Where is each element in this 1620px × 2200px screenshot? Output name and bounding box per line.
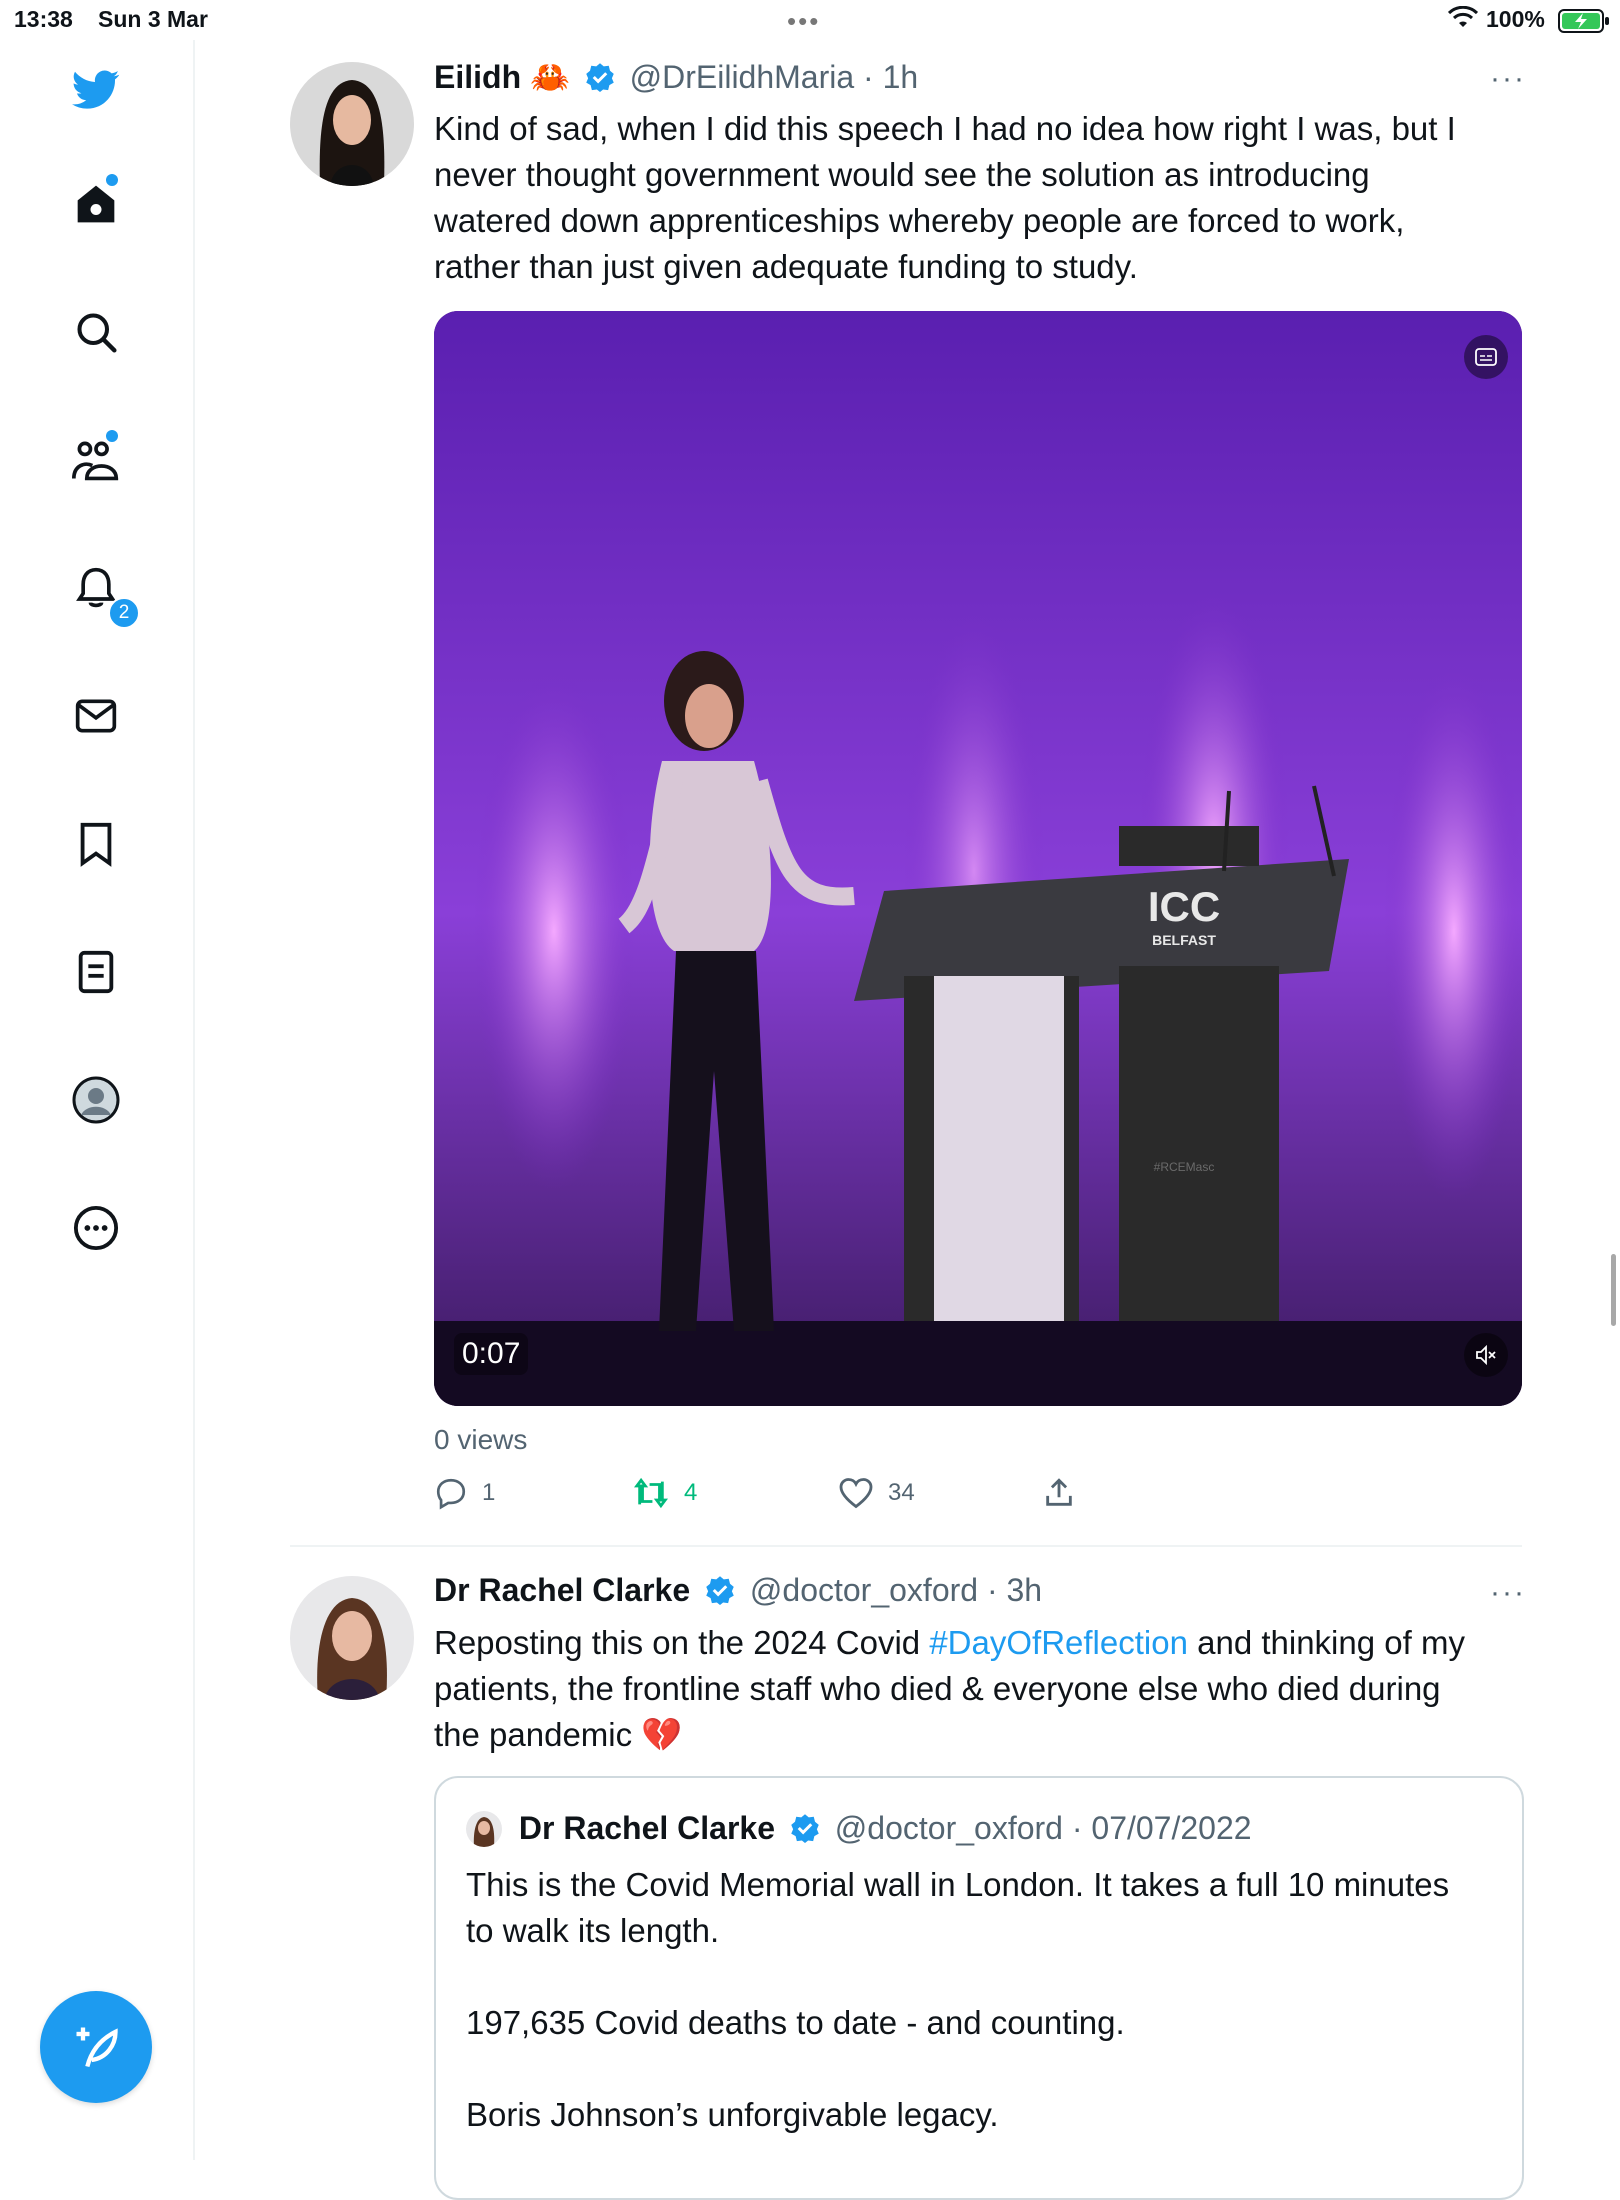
tweet-text-segment: Reposting this on the 2024 Covid — [434, 1624, 930, 1661]
view-count: 0 views — [434, 1424, 528, 1455]
verified-badge-icon — [585, 63, 614, 92]
verified-badge-icon — [791, 1814, 819, 1843]
like-button[interactable]: 34 — [838, 1476, 915, 1510]
status-time: 13:38 — [14, 6, 73, 32]
name-emoji: 🦀 — [530, 59, 570, 95]
verified-badge-icon — [706, 1576, 734, 1605]
messages-mail-icon[interactable] — [72, 692, 120, 740]
quoted-text-line: to walk its length. — [466, 1912, 720, 1949]
tweet-text-line: watered down apprenticeships whereby peo… — [434, 202, 1405, 239]
reply-button[interactable]: 1 — [434, 1476, 495, 1510]
quoted-text-line: This is the Covid Memorial wall in Londo… — [466, 1866, 1450, 1903]
communities-icon[interactable] — [72, 436, 120, 484]
wifi-icon — [1448, 6, 1478, 27]
hashtag-link[interactable]: #DayOfReflection — [929, 1624, 1188, 1661]
timestamp[interactable]: · 1h — [863, 59, 918, 95]
more-options-icon[interactable]: ··· — [1490, 62, 1526, 96]
compose-feather-icon — [76, 2027, 118, 2068]
heart-icon — [839, 1478, 873, 1509]
twitter-logo-icon[interactable] — [72, 66, 120, 114]
video-duration: 0:07 — [454, 1333, 529, 1375]
retweet-icon — [634, 1477, 668, 1509]
home-unread-dot — [106, 174, 118, 186]
tweet-video[interactable]: ICC BELFAST #RCEMasc 0:07 — [434, 311, 1522, 1406]
more-circle-icon[interactable] — [72, 1204, 120, 1252]
tweet-text-line: rather than just given adequate funding … — [434, 248, 1138, 285]
timestamp[interactable]: · 3h — [987, 1572, 1042, 1608]
mute-icon[interactable] — [1464, 1333, 1508, 1377]
tweet-text: Kind of sad, when I did this speech I ha… — [434, 106, 1524, 290]
tweet-text: Reposting this on the 2024 Covid #DayOfR… — [434, 1620, 1524, 1758]
quoted-handle[interactable]: @doctor_oxford — [835, 1810, 1063, 1846]
sidebar-nav: 2 — [0, 40, 195, 2160]
tweet-text-segment: and thinking of my — [1187, 1624, 1465, 1661]
status-bar: 13:38 Sun 3 Mar ••• 100% — [0, 0, 1620, 40]
quoted-avatar — [466, 1811, 502, 1847]
notifications-badge: 2 — [108, 597, 140, 629]
display-name[interactable]: Dr Rachel Clarke — [434, 1572, 690, 1608]
quoted-display-name[interactable]: Dr Rachel Clarke — [519, 1810, 775, 1846]
display-name[interactable]: Eilidh — [434, 59, 521, 95]
home-icon[interactable] — [72, 180, 120, 228]
tweet-header: Dr Rachel Clarke @doctor_oxford · 3h — [434, 1572, 1042, 1609]
lists-icon[interactable] — [72, 948, 120, 996]
share-button[interactable] — [1042, 1476, 1076, 1510]
avatar-eilidh[interactable] — [290, 62, 414, 186]
reply-count: 1 — [482, 1479, 496, 1506]
quoted-text-line: 197,635 Covid deaths to date - and count… — [466, 2004, 1125, 2041]
tweet-text-line: patients, the frontline staff who died &… — [434, 1670, 1441, 1707]
battery-charging-icon — [1558, 9, 1609, 33]
multitasking-dots-icon[interactable]: ••• — [787, 6, 820, 37]
quoted-tweet[interactable]: Dr Rachel Clarke @doctor_oxford · 07/07/… — [434, 1776, 1524, 2200]
avatar-rachel-clarke[interactable] — [290, 1576, 414, 1700]
bookmark-icon[interactable] — [72, 820, 120, 868]
compose-button[interactable] — [40, 1991, 152, 2103]
profile-icon[interactable] — [72, 1076, 120, 1124]
search-icon[interactable] — [72, 308, 120, 356]
retweet-count: 4 — [684, 1479, 698, 1506]
retweet-button[interactable]: 4 — [632, 1476, 697, 1510]
scrollbar-thumb[interactable] — [1611, 1254, 1616, 1326]
tweet-actions: 1 4 34 — [434, 1476, 1134, 1520]
quoted-tweet-header: Dr Rachel Clarke @doctor_oxford · 07/07/… — [466, 1810, 1252, 1847]
share-icon — [1046, 1478, 1072, 1506]
reply-icon — [436, 1478, 466, 1510]
tweet-text-line: the pandemic 💔 — [434, 1716, 683, 1753]
like-count: 34 — [888, 1479, 915, 1506]
video-frame: ICC BELFAST #RCEMasc — [434, 311, 1522, 1406]
more-options-icon[interactable]: ··· — [1490, 1576, 1526, 1610]
podium-logo-subtext: BELFAST — [1152, 932, 1216, 948]
podium-hashtag: #RCEMasc — [1154, 1160, 1215, 1174]
quoted-date: · 07/07/2022 — [1071, 1810, 1252, 1846]
tweet-text-line: never thought government would see the s… — [434, 156, 1370, 193]
podium-logo-text: ICC — [1148, 883, 1220, 930]
tweet-header: Eilidh 🦀 @DrEilidhMaria · 1h — [434, 58, 918, 96]
communities-unread-dot — [106, 430, 118, 442]
handle[interactable]: @DrEilidhMaria — [630, 59, 855, 95]
tweet-text-line: Reposting this on the 2024 Covid #DayOfR… — [434, 1620, 1524, 1666]
handle[interactable]: @doctor_oxford — [750, 1572, 978, 1608]
tweet-divider — [290, 1545, 1522, 1547]
tweet-text-line: Kind of sad, when I did this speech I ha… — [434, 110, 1456, 147]
battery-percent: 100% — [1486, 6, 1545, 32]
captions-icon[interactable] — [1464, 335, 1508, 379]
status-date: Sun 3 Mar — [98, 6, 208, 32]
quoted-text-line: Boris Johnson’s unforgivable legacy. — [466, 2096, 999, 2133]
